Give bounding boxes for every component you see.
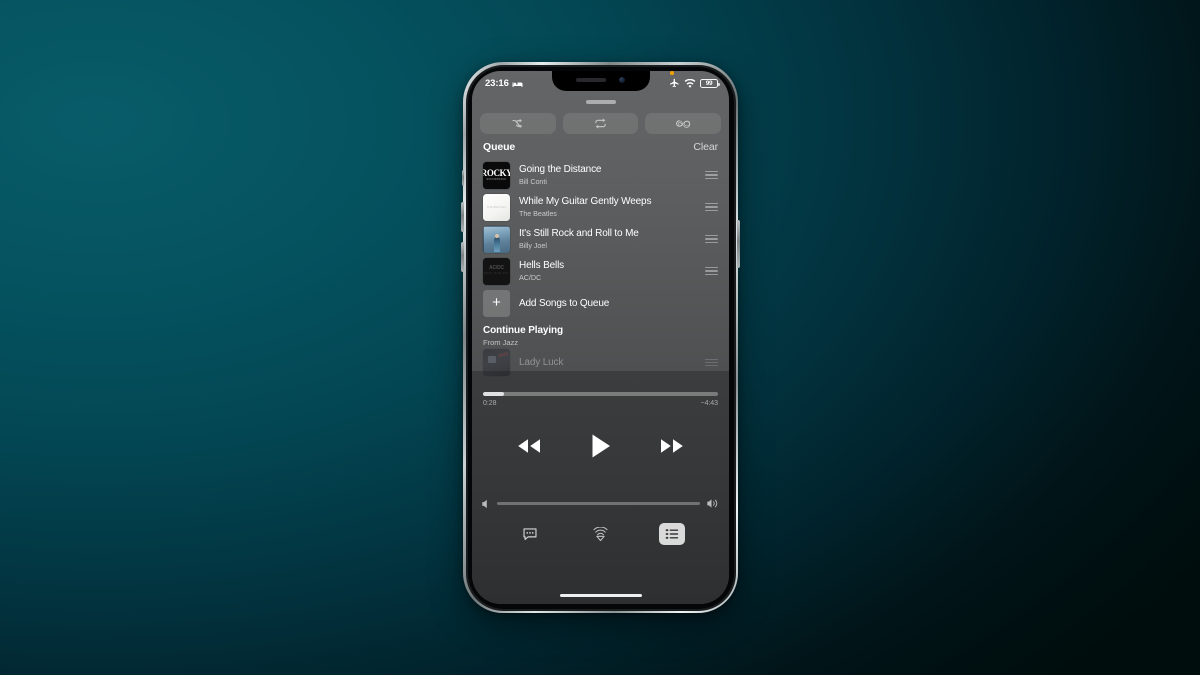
volume-control [482, 498, 719, 509]
album-art-shape [488, 356, 496, 363]
album-art-title: ROCKY [483, 167, 510, 178]
queue-header: Queue Clear [483, 141, 718, 153]
shuffle-button[interactable] [480, 113, 556, 134]
track-title: Going the Distance [519, 164, 602, 176]
home-indicator[interactable] [559, 593, 642, 597]
track-title: Hells Bells [519, 260, 565, 272]
shuffle-icon [512, 118, 523, 129]
volume-high-icon [707, 499, 718, 508]
airplane-mode-icon [670, 78, 679, 88]
airplay-icon [593, 527, 608, 541]
queue-item-meta: Lady Luck [519, 357, 696, 369]
queue-item-meta: Going the Distance Bill Conti [519, 164, 696, 186]
play-icon [592, 434, 610, 458]
album-art-white-album: THE BEATLES [483, 193, 510, 221]
transport-controls [472, 433, 729, 459]
add-songs-label: Add Songs to Queue [519, 297, 610, 309]
continue-playing-source: From Jazz [483, 337, 518, 347]
track-title: Lady Luck [519, 356, 564, 368]
queue-item-while-my-guitar-gently-weeps[interactable]: THE BEATLES While My Guitar Gently Weeps… [472, 191, 729, 223]
recording-indicator-icon [670, 71, 674, 75]
repeat-button[interactable] [562, 113, 639, 134]
lyrics-bubble-icon [522, 527, 537, 540]
reorder-handle-icon[interactable] [705, 267, 718, 275]
clear-queue-button[interactable]: Clear [693, 141, 718, 153]
queue-item-its-still-rock-and-roll-to-me[interactable]: It's Still Rock and Roll to Me Billy Joe… [472, 223, 729, 255]
play-button[interactable] [590, 433, 611, 459]
device-notch [551, 71, 650, 91]
fast-forward-button[interactable] [658, 436, 686, 456]
queue-item-meta: It's Still Rock and Roll to Me Billy Joe… [519, 228, 696, 250]
repeat-icon [595, 118, 606, 129]
reorder-handle-icon[interactable] [705, 358, 718, 367]
phone-screen: 23:16 99 Queue Clear ROCKY SOUNDTRACK Go… [472, 71, 729, 604]
album-art-rocky: ROCKY SOUNDTRACK [483, 161, 510, 189]
queue-item-hells-bells[interactable]: AC/DC BACK IN BLACK Hells Bells AC/DC [472, 255, 729, 287]
album-art-glass-houses [483, 225, 510, 253]
continue-playing-header: Continue Playing From Jazz [472, 319, 729, 347]
queue-title: Queue [483, 141, 516, 153]
track-artist: Billy Joel [519, 240, 547, 250]
progress-slider[interactable] [483, 392, 718, 396]
queue-list-icon [665, 529, 678, 539]
sheet-grabber-handle[interactable] [585, 100, 616, 104]
album-art-figure [494, 236, 500, 252]
rewind-button[interactable] [515, 436, 543, 456]
bed-icon [512, 82, 523, 87]
album-art-title: THE BEATLES [486, 205, 507, 209]
iphone-device: 23:16 99 Queue Clear ROCKY SOUNDTRACK Go… [461, 62, 740, 613]
queue-item-meta: While My Guitar Gently Weeps The Beatles [519, 196, 696, 218]
status-bar-time: 23:16 [485, 78, 509, 89]
track-title: While My Guitar Gently Weeps [519, 196, 652, 208]
reorder-handle-icon[interactable] [705, 171, 718, 179]
progress-fill [483, 392, 505, 396]
remaining-time: −4:43 [700, 399, 719, 407]
album-art-subtitle: SOUNDTRACK [486, 177, 507, 181]
player-controls: 0:28 −4:43 [472, 368, 729, 604]
album-art-mark: JAZZ [497, 351, 509, 358]
playback-mode-buttons [480, 113, 722, 134]
album-art-title: AC/DC [489, 265, 504, 272]
reorder-handle-icon[interactable] [705, 235, 718, 243]
queue-item-going-the-distance[interactable]: ROCKY SOUNDTRACK Going the Distance Bill… [472, 159, 729, 191]
bottom-tab-bar [472, 523, 729, 545]
wifi-icon [684, 78, 696, 88]
volume-low-icon [482, 499, 487, 508]
album-art-figure-head [495, 233, 499, 238]
plus-icon: + [483, 289, 510, 317]
continue-playing-title: Continue Playing [483, 325, 564, 336]
album-art-back-in-black: AC/DC BACK IN BLACK [483, 257, 510, 285]
volume-down-button[interactable] [461, 242, 464, 272]
queue-list: ROCKY SOUNDTRACK Going the Distance Bill… [472, 159, 729, 379]
playback-progress: 0:28 −4:43 [483, 392, 718, 407]
fast-forward-icon [661, 439, 683, 453]
battery-status-badge: 99 [700, 78, 720, 89]
progress-times: 0:28 −4:43 [483, 400, 718, 407]
rewind-icon [518, 439, 540, 453]
volume-up-button[interactable] [461, 202, 464, 232]
status-bar-right: 99 [669, 71, 720, 89]
album-art-subtitle: BACK IN BLACK [484, 272, 509, 276]
earpiece-speaker-icon [576, 78, 606, 82]
add-songs-to-queue-button[interactable]: + Add Songs to Queue [472, 287, 729, 319]
infinite-button[interactable] [645, 113, 722, 134]
mute-switch[interactable] [461, 170, 464, 186]
tab-queue[interactable] [658, 523, 685, 545]
tab-lyrics[interactable] [517, 523, 543, 545]
track-artist: Bill Conti [519, 176, 547, 186]
track-artist: The Beatles [519, 208, 557, 218]
track-artist: AC/DC [519, 272, 542, 282]
tab-airplay[interactable] [588, 523, 614, 545]
infinity-icon [675, 120, 690, 128]
track-title: It's Still Rock and Roll to Me [519, 228, 639, 240]
elapsed-time: 0:28 [483, 399, 497, 407]
power-button[interactable] [737, 220, 740, 268]
queue-item-meta: Hells Bells AC/DC [519, 260, 696, 282]
volume-slider[interactable] [497, 502, 700, 505]
status-bar-left: 23:16 [485, 78, 523, 89]
front-camera-icon [619, 77, 625, 83]
reorder-handle-icon[interactable] [705, 203, 718, 211]
